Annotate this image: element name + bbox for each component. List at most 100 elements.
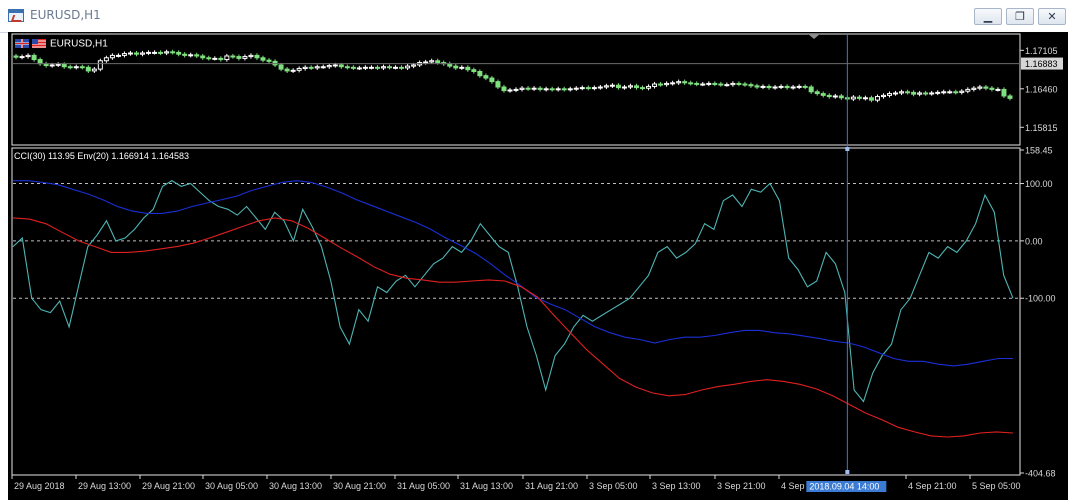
candle-body	[609, 84, 615, 87]
candle-body	[730, 82, 736, 86]
candle-body	[79, 66, 85, 69]
window-title: EURUSD,H1	[30, 8, 101, 22]
time-tick-label: 3 Sep 05:00	[589, 481, 638, 491]
window-titlebar: EURUSD,H1 ▁ ❐ ✕	[0, 0, 1068, 33]
candle-body	[91, 68, 97, 72]
restore-button[interactable]: ❐	[1006, 8, 1034, 25]
candle-body	[850, 96, 856, 100]
candle-body	[682, 81, 688, 84]
candle-body	[393, 66, 399, 69]
candle-body	[820, 93, 826, 96]
candle-body	[447, 63, 453, 67]
time-tick-label: 31 Aug 21:00	[525, 481, 578, 491]
candle-body	[362, 66, 368, 69]
candle-body	[724, 84, 730, 87]
candle-body	[254, 54, 260, 59]
candle-body	[212, 57, 218, 60]
candle-body	[694, 82, 700, 85]
candle-body	[218, 57, 224, 61]
candle-body	[67, 66, 73, 69]
time-tick-label: 29 Aug 21:00	[142, 481, 195, 491]
candle-body	[808, 86, 814, 93]
time-tick-label: 5 Sep 05:00	[972, 481, 1021, 491]
time-tick-label: 31 Aug 05:00	[397, 481, 450, 491]
cci-tick-label: 0.00	[1025, 236, 1043, 246]
chart-window-icon	[8, 9, 24, 22]
candle-body	[947, 91, 953, 94]
close-button[interactable]: ✕	[1038, 8, 1066, 25]
candle-body	[748, 84, 754, 87]
candle-body	[489, 77, 495, 83]
candle-body	[917, 92, 923, 95]
candle-body	[97, 60, 103, 70]
candle-body	[182, 53, 188, 56]
candle-body	[646, 85, 652, 89]
candle-body	[61, 63, 67, 68]
candle-body	[935, 91, 941, 94]
candle-body	[911, 91, 917, 95]
candle-body	[893, 92, 899, 95]
candle-body	[953, 91, 959, 94]
candle-body	[320, 66, 326, 69]
chart-area[interactable]: EURUSD,H1 1.17105 1.16460 1.15815 1.16883 C…	[8, 32, 1068, 500]
candle-body	[712, 82, 718, 85]
candle-body	[658, 83, 664, 86]
candle-body	[772, 86, 778, 89]
candle-body	[411, 64, 417, 67]
crosshair[interactable]: 2018.09.04 14:00	[806, 34, 887, 492]
shift-marker-icon[interactable]	[808, 34, 820, 39]
candle-body	[176, 51, 182, 55]
candle-body	[670, 82, 676, 85]
indicator-panel[interactable]: CCI(30) 113.95 Env(20) 1.166914 1.164583…	[11, 146, 1056, 479]
minimize-button[interactable]: ▁	[974, 8, 1002, 25]
candle-body	[941, 91, 947, 94]
candle-body	[549, 88, 555, 91]
candle-body	[170, 51, 176, 54]
candle-body	[423, 61, 429, 64]
candle-body	[862, 97, 868, 100]
candle-body	[242, 56, 248, 59]
candle-body	[525, 87, 531, 90]
candle-body	[429, 60, 435, 63]
candle-body	[338, 64, 344, 68]
candle-body	[760, 85, 766, 88]
candle-body	[399, 66, 405, 69]
candle-body	[959, 90, 965, 93]
candle-body	[579, 87, 585, 90]
candle-body	[585, 87, 591, 90]
candle-body	[983, 86, 989, 89]
price-axis: 1.17105 1.16460 1.15815 1.16883	[12, 46, 1063, 133]
candle-body	[736, 82, 742, 85]
candle-body	[405, 65, 411, 69]
time-tick-label: 30 Aug 21:00	[333, 481, 386, 491]
candle-body	[471, 69, 477, 73]
candle-body	[188, 54, 194, 57]
candle-body	[344, 66, 350, 69]
price-panel[interactable]: EURUSD,H1 1.17105 1.16460 1.15815 1.16883	[11, 33, 1063, 146]
candle-body	[923, 92, 929, 95]
current-price-label: 1.16883	[1025, 59, 1058, 69]
candle-body	[688, 82, 694, 85]
candle-body	[519, 87, 525, 90]
candle-body	[302, 66, 308, 70]
indicator-panel-border	[11, 147, 1021, 476]
candle-body	[652, 83, 658, 87]
candle-body	[483, 75, 489, 79]
us-flag-icon	[32, 39, 46, 48]
chart-canvas[interactable]: EURUSD,H1 1.17105 1.16460 1.15815 1.16883 C…	[8, 32, 1068, 500]
candle-body	[561, 88, 567, 91]
candle-body	[880, 94, 886, 98]
candle-body	[989, 87, 995, 90]
time-tick-label: 29 Aug 13:00	[78, 481, 131, 491]
candle-body	[718, 83, 724, 86]
candle-body	[13, 55, 19, 58]
candle-body	[19, 56, 25, 59]
price-panel-title: EURUSD,H1	[50, 39, 108, 50]
candle-body	[248, 54, 254, 58]
candle-body	[387, 66, 393, 69]
candle-body	[555, 88, 561, 91]
candle-body	[284, 68, 290, 72]
candle-body	[706, 82, 712, 85]
time-tick-label: 29 Aug 2018	[14, 481, 65, 491]
candle-body	[495, 81, 501, 88]
